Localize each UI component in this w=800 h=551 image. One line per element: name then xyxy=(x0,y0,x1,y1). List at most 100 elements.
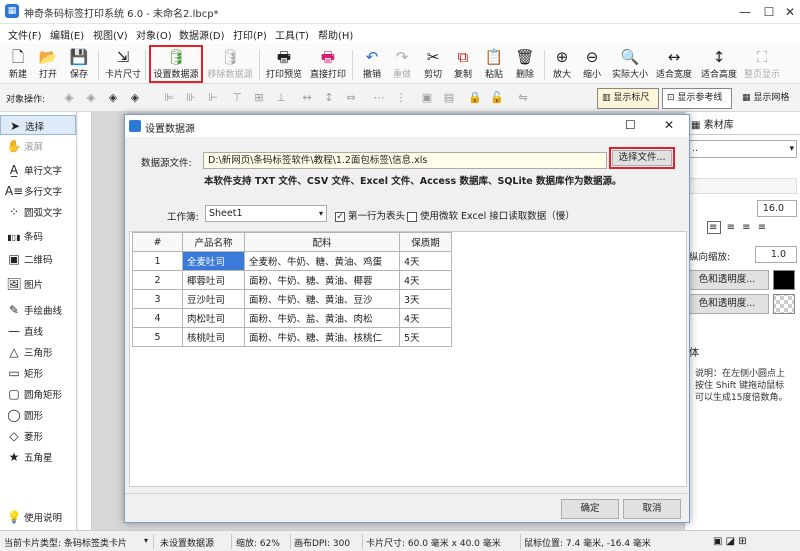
distribute-v-icon[interactable]: ⋮ xyxy=(394,92,408,104)
fit-page-button[interactable]: ⛶ 整页显示 xyxy=(744,47,780,83)
vertical-scale-input[interactable]: 1.0 xyxy=(755,246,797,263)
remove-datasource-button[interactable]: 🛢 移除数据源 xyxy=(207,47,252,83)
choose-file-button[interactable]: 选择文件... xyxy=(612,150,672,166)
layer-up-icon[interactable]: ◈ xyxy=(62,92,76,104)
material-library-tab[interactable]: ▦ 素材库 xyxy=(691,116,734,131)
same-height-icon[interactable]: ↕ xyxy=(322,92,336,104)
background-color-button[interactable]: 色和透明度... xyxy=(685,294,769,314)
align-center-icon[interactable]: ⊪ xyxy=(184,92,198,104)
first-row-header-checkbox[interactable]: ✓ 第一行为表头 xyxy=(335,208,405,222)
dialog-close-button[interactable]: ✕ xyxy=(664,118,674,132)
tool-barcode[interactable]: ▮▯▮ 条码 xyxy=(0,228,76,248)
delete-button[interactable]: 🗑 删除 xyxy=(511,47,539,83)
status-card-type[interactable]: 当前卡片类型: 条码标签类卡片 xyxy=(4,536,127,549)
tool-multi-line-text[interactable]: A≡多行文字 xyxy=(0,181,76,201)
same-size-icon[interactable]: ⇔ xyxy=(344,92,358,104)
tool-rounded-rectangle[interactable]: ▢ 圆角矩形 xyxy=(0,384,76,404)
tool-select[interactable]: ➤ 选择 xyxy=(0,115,76,135)
layer-top-icon[interactable]: ◈ xyxy=(106,92,120,104)
vertical-scale-label: 纵向缩放: xyxy=(689,252,731,263)
layer-bottom-icon[interactable]: ◈ xyxy=(128,92,142,104)
file-path-field[interactable]: D:\新网页\条码标签软件\教程\1.2面包标签\信息.xls xyxy=(203,152,607,169)
align-center-icon[interactable]: ≡ xyxy=(727,222,737,233)
save-button[interactable]: 💾 保存 xyxy=(65,47,93,83)
show-ruler-toggle[interactable]: ▥ 显示标尺 xyxy=(597,88,659,109)
fit-width-button[interactable]: ↔ 适合宽度 xyxy=(656,47,692,83)
cancel-button[interactable]: 取消 xyxy=(623,499,681,519)
close-button[interactable]: ✕ xyxy=(778,2,800,22)
usage-help-button[interactable]: 💡 使用说明 xyxy=(0,507,76,527)
status-zoom: 缩放: 62% xyxy=(236,539,280,549)
direct-print-button[interactable]: 🖶 直接打印 xyxy=(310,47,346,83)
unlock-icon[interactable]: 🔓 xyxy=(490,92,504,104)
tool-image[interactable]: 🖼 图片 xyxy=(0,274,76,294)
group-icon[interactable]: ▣ xyxy=(420,92,434,104)
tool-circle[interactable]: ◯ 圆形 xyxy=(0,405,76,425)
chevron-down-icon[interactable]: ▾ xyxy=(144,536,148,545)
ungroup-icon[interactable]: ▤ xyxy=(442,92,456,104)
menu-help[interactable]: 帮助(H) xyxy=(318,27,353,42)
tool-rectangle[interactable]: ▭ 矩形 xyxy=(0,363,76,383)
align-left-icon[interactable]: ≡ xyxy=(707,221,722,234)
background-color-swatch[interactable] xyxy=(773,294,795,314)
column-header[interactable]: 保质期 xyxy=(399,232,452,252)
same-width-icon[interactable]: ↔ xyxy=(300,92,314,104)
font-size-input[interactable]: 16.0 xyxy=(757,200,797,217)
menu-edit[interactable]: 编辑(E) xyxy=(50,27,84,42)
align-right-icon[interactable]: ⊩ xyxy=(206,92,220,104)
menu-object[interactable]: 对象(O) xyxy=(136,27,172,42)
print-preview-button[interactable]: 🖶 打印预览 xyxy=(266,47,302,83)
menu-view[interactable]: 视图(V) xyxy=(93,27,128,42)
tool-scroll[interactable]: ✋ 滚屏 xyxy=(0,136,76,156)
tool-arc-text[interactable]: ⁘ 圆弧文字 xyxy=(0,202,76,222)
show-guides-toggle[interactable]: ⊡ 显示参考线 xyxy=(662,88,732,109)
menu-tools[interactable]: 工具(T) xyxy=(275,27,309,42)
tool-diamond[interactable]: ◇ 菱形 xyxy=(0,426,76,446)
text-color-swatch[interactable] xyxy=(773,270,795,290)
table-row[interactable]: 3 豆沙吐司 面粉、牛奶、糖、黄油、豆沙 3天 xyxy=(132,289,452,309)
distribute-h-icon[interactable]: ⋯ xyxy=(372,92,386,104)
align-left-icon[interactable]: ⊫ xyxy=(162,92,176,104)
align-middle-icon[interactable]: ⊞ xyxy=(252,92,266,104)
status-separator xyxy=(231,534,232,549)
zoom-out-button[interactable]: ⊖ 缩小 xyxy=(578,47,606,83)
align-bottom-icon[interactable]: ⊥ xyxy=(274,92,288,104)
minimize-button[interactable]: — xyxy=(733,2,757,22)
ok-button[interactable]: 确定 xyxy=(561,499,619,519)
sheet-select[interactable]: Sheet1 ▾ xyxy=(205,205,327,222)
card-size-button[interactable]: ⇲ 卡片尺寸 xyxy=(105,47,141,83)
flip-icon[interactable]: ⇋ xyxy=(516,92,530,104)
table-row[interactable]: 4 肉松吐司 面粉、牛奶、盐、黄油、肉松 4天 xyxy=(132,308,452,328)
tool-qrcode[interactable]: ▣ 二维码 xyxy=(0,249,76,269)
text-content-field[interactable] xyxy=(689,178,797,194)
tool-freehand[interactable]: ✎ 手绘曲线 xyxy=(0,300,76,320)
column-header[interactable]: 配料 xyxy=(244,232,400,252)
show-grid-toggle[interactable]: ▦ 显示网格 xyxy=(737,88,797,109)
pen-icon: ✎ xyxy=(8,303,20,317)
table-row[interactable]: 5 核桃吐司 面粉、牛奶、糖、黄油、核桃仁 5天 xyxy=(132,327,452,347)
actual-size-button[interactable]: 🔍 实际大小 xyxy=(612,47,648,83)
menu-file[interactable]: 文件(F) xyxy=(8,27,42,42)
excel-interface-checkbox[interactable]: 使用微软 Excel 接口读取数据（慢） xyxy=(407,208,575,222)
dialog-maximize-button[interactable]: ☐ xyxy=(625,118,636,132)
layer-down-icon[interactable]: ◈ xyxy=(84,92,98,104)
tool-line[interactable]: — 直线 xyxy=(0,321,76,341)
tool-triangle[interactable]: △ 三角形 xyxy=(0,342,76,362)
tool-single-line-text[interactable]: A̲ 单行文字 xyxy=(0,160,76,180)
fit-height-button[interactable]: ↕ 适合高度 xyxy=(701,47,737,83)
text-color-button[interactable]: 色和透明度... xyxy=(685,270,769,290)
column-header[interactable]: # xyxy=(132,232,183,252)
menu-print[interactable]: 打印(P) xyxy=(233,27,267,42)
align-right-icon[interactable]: ≡ xyxy=(742,222,752,233)
font-name-select[interactable]: ‥ ▾ xyxy=(689,140,797,158)
table-row[interactable]: 2 椰蓉吐司 面粉、牛奶、糖、黄油、椰蓉 4天 xyxy=(132,270,452,290)
lock-icon[interactable]: 🔒 xyxy=(468,92,482,104)
text-align-buttons[interactable]: ≡ ≡ ≡ ≡ xyxy=(707,221,768,234)
tool-star[interactable]: ★ 五角星 xyxy=(0,447,76,467)
column-header[interactable]: 产品名称 xyxy=(182,232,245,252)
menu-datasource[interactable]: 数据源(D) xyxy=(179,27,225,42)
set-datasource-button[interactable]: 🛢 设置数据源 xyxy=(153,47,198,83)
align-top-icon[interactable]: ⊤ xyxy=(230,92,244,104)
align-justify-icon[interactable]: ≡ xyxy=(758,222,768,233)
table-row[interactable]: 1 全麦吐司 全麦粉、牛奶、糖、黄油、鸡蛋 4天 xyxy=(132,251,452,271)
